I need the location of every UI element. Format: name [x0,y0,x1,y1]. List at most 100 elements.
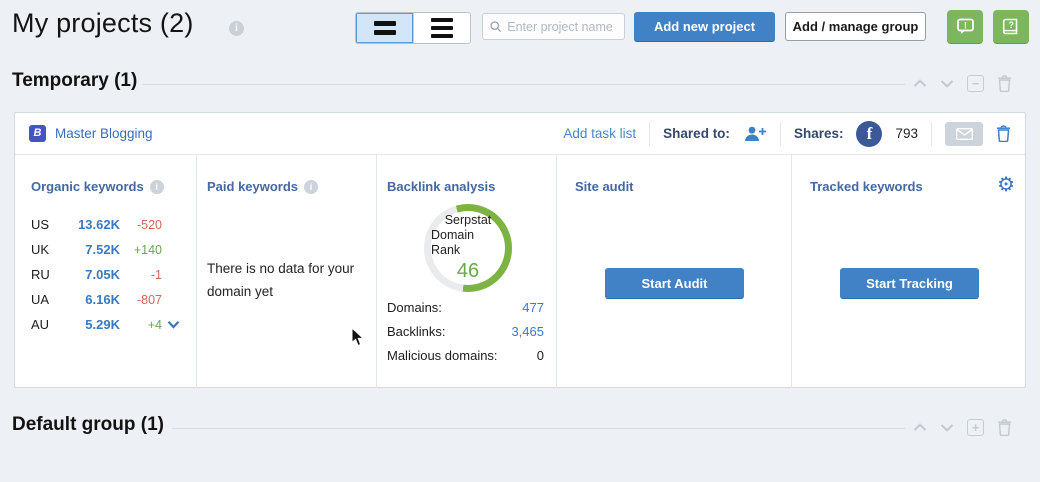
add-manage-group-button[interactable]: Add / manage group [785,12,926,41]
add-task-list-link[interactable]: Add task list [563,126,636,141]
column-title-text: Backlink analysis [387,179,496,194]
feedback-button[interactable]: ! [947,10,983,43]
stat-label: Domains: [387,299,442,315]
stat-label: Malicious domains: [387,347,498,363]
domain-rank-value: 46 [456,260,480,282]
country-code: RU [31,267,50,282]
paid-keywords-column: Paid keywords i There is no data for you… [196,155,376,388]
chevron-up-icon[interactable] [913,79,927,88]
bar-icon [431,26,453,30]
help-book-icon: ? [1002,18,1018,35]
search-input[interactable] [507,19,617,34]
title-info-icon[interactable]: i [229,21,244,36]
svg-text:!: ! [963,21,966,32]
stat-row: Backlinks: 3,465 [387,319,544,343]
keyword-count: 5.29K [85,317,120,332]
start-tracking-button[interactable]: Start Tracking [840,268,979,298]
keyword-delta: +4 [147,317,162,332]
bar-icon [431,34,453,38]
table-row[interactable]: AU 5.29K +4 [15,312,196,337]
keyword-count: 7.05K [85,267,120,282]
paid-keywords-title: Paid keywords i [207,179,319,194]
country-code: UA [31,292,50,307]
keyword-delta: -807 [136,292,162,307]
divider [172,428,905,429]
divider [142,84,905,85]
temporary-section-title: Temporary (1) [12,70,138,91]
site-audit-title: Site audit [575,179,634,194]
country-code: AU [31,317,50,332]
facebook-icon[interactable]: f [856,120,883,147]
shares-label: Shares: [793,126,844,141]
organic-keywords-table: US 13.62K -520 UK 7.52K +140 RU 7.05K -1 [15,212,196,337]
bar-icon [373,30,396,35]
view-list-button[interactable] [413,13,470,43]
divider [779,121,781,146]
chevron-down-icon[interactable] [940,79,954,88]
keyword-delta: -520 [136,217,162,232]
page-title: My projects (2) [12,8,194,38]
help-button[interactable]: ? [993,10,1029,43]
keyword-delta: +140 [133,242,162,257]
table-row[interactable]: UK 7.52K +140 [15,237,196,262]
delete-project-icon[interactable] [996,125,1011,142]
keyword-delta: -1 [150,267,162,282]
mouse-cursor [351,327,365,347]
expand-countries-button[interactable] [167,320,180,329]
default-group-section-title: Default group (1) [12,414,164,435]
view-toggle [355,12,471,44]
add-new-project-button[interactable]: Add new project [634,12,775,41]
organic-keywords-column: Organic keywords i US 13.62K -520 UK 7.5… [15,155,196,388]
start-audit-button[interactable]: Start Audit [605,268,744,298]
divider [649,121,651,146]
collapse-group-icon[interactable]: − [967,75,984,92]
table-row[interactable]: UA 6.16K -807 [15,287,196,312]
temporary-section-controls: − [913,75,1012,92]
project-card-master-blogging: B Master Blogging Add task list Shared t… [14,112,1026,388]
donut-center: Serpstat Domain Rank 46 [431,211,505,285]
project-identity[interactable]: B Master Blogging [29,125,153,142]
chevron-down-icon [167,321,180,329]
add-user-icon[interactable] [743,126,767,142]
info-icon[interactable]: i [149,179,164,194]
trash-icon[interactable] [997,75,1012,92]
svg-text:?: ? [1009,20,1015,30]
column-title-text: Tracked keywords [810,179,923,194]
feedback-bubble-icon: ! [956,18,974,34]
tracked-keywords-title: Tracked keywords [810,179,923,194]
backlink-analysis-title: Backlink analysis [387,179,495,194]
view-cards-button[interactable] [356,13,413,43]
keyword-count: 7.52K [85,242,120,257]
search-icon [490,21,502,32]
donut-label: Serpstat [444,213,492,227]
shared-to-label: Shared to: [663,126,730,141]
my-projects-page: My projects (2) i Add new project Add / … [0,0,1040,482]
shares-count: 793 [895,126,918,141]
domain-rank-donut-chart: Serpstat Domain Rank 46 [424,204,512,292]
divider [931,121,932,146]
chevron-down-icon[interactable] [940,423,954,432]
table-row[interactable]: US 13.62K -520 [15,212,196,237]
stat-value[interactable]: 477 [522,300,544,315]
project-card-header: B Master Blogging Add task list Shared t… [15,113,1025,155]
default-group-section-controls: + [913,419,1012,436]
info-icon[interactable]: i [304,179,319,194]
email-report-button[interactable] [945,121,983,146]
stat-label: Backlinks: [387,323,446,339]
backlink-stats: Domains: 477 Backlinks: 3,465 Malicious … [387,295,544,367]
settings-gear-icon[interactable]: ⚙ [997,175,1015,195]
organic-keywords-title: Organic keywords i [31,179,164,194]
chevron-up-icon[interactable] [913,423,927,432]
keyword-count: 13.62K [78,217,120,232]
country-code: UK [31,242,50,257]
trash-icon[interactable] [997,419,1012,436]
project-header-actions: Add task list Shared to: Shares: f 793 [563,120,1011,147]
expand-group-icon[interactable]: + [967,419,984,436]
column-title-text: Site audit [575,179,634,194]
project-name[interactable]: Master Blogging [55,126,153,141]
bar-icon [373,21,396,26]
stat-value[interactable]: 3,465 [511,324,544,339]
column-title-text: Paid keywords [207,179,299,194]
keyword-count: 6.16K [85,292,120,307]
table-row[interactable]: RU 7.05K -1 [15,262,196,287]
